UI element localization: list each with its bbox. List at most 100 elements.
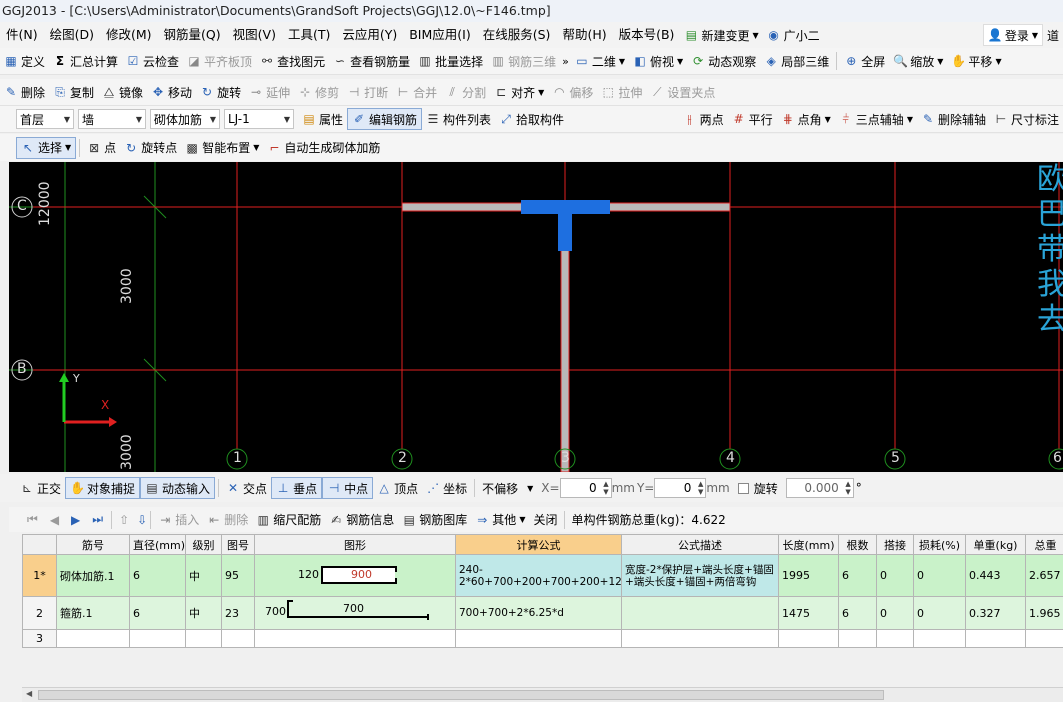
move-up-icon[interactable]: ⇧ [119,513,129,527]
dimension-button[interactable]: ⊢ 尺寸标注 [990,108,1063,130]
intersection-toggle[interactable]: ✕ 交点 [222,477,271,499]
delete-axis-button[interactable]: ✎ 删除辅轴 [917,108,990,130]
header-cell[interactable]: 长度(mm) [778,534,839,555]
dynamic-input-toggle[interactable]: ▤ 动态输入 [140,477,216,499]
top-view-button[interactable]: ◧ 俯视 ▼ [629,50,687,72]
menu-version[interactable]: 版本号(B) [613,22,681,48]
cell-total-weight[interactable]: 1.965 [1025,596,1063,630]
cell-description[interactable] [621,596,779,630]
overflow-icon[interactable]: » [562,55,569,68]
table-row[interactable]: 2 箍筋.1 6 中 23 700 700 700+700+2*6.25*d 1… [22,596,1063,630]
cell-description[interactable]: 宽度-2*保护层+端头长度+锚固+端头长度+锚固+两倍弯钩 [621,554,779,597]
rotate-button[interactable]: ↻ 旋转 [196,81,245,103]
property-button[interactable]: ▤ 属性 [298,108,347,130]
empty-cell[interactable] [254,629,456,648]
zoom-button[interactable]: 🔍 缩放 ▼ [889,50,947,72]
scrollbar-thumb[interactable] [38,690,884,700]
empty-cell[interactable] [455,629,622,648]
spinner-icon[interactable]: ▲ ▼ [603,480,608,496]
empty-cell[interactable] [876,629,914,648]
row-number[interactable]: 1* [22,554,57,597]
flat-slab-button[interactable]: ◪ 平齐板顶 [183,50,256,72]
header-cell[interactable]: 图形 [254,534,456,555]
trim-button[interactable]: ⊹ 修剪 [294,81,343,103]
component-list-button[interactable]: ☰ 构件列表 [422,108,495,130]
empty-cell[interactable] [185,629,222,648]
header-cell[interactable]: 图号 [221,534,255,555]
object-snap-toggle[interactable]: ✋ 对象捕捉 [65,477,141,499]
empty-cell[interactable] [129,629,186,648]
smart-layout-button[interactable]: ▩ 智能布置 ▼ [181,137,263,159]
header-cell[interactable]: 筋号 [56,534,130,555]
menu-draw[interactable]: 绘图(D) [44,22,100,48]
header-cell[interactable]: 公式描述 [621,534,779,555]
extend-button[interactable]: ⊸ 延伸 [245,81,294,103]
menu-bim[interactable]: BIM应用(I) [403,22,477,48]
insert-button[interactable]: ⇥ 插入 [154,509,203,531]
prev-record-icon[interactable]: ◀ [50,513,59,527]
menu-online[interactable]: 在线服务(S) [477,22,557,48]
move-button[interactable]: ✥ 移动 [147,81,196,103]
pick-component-button[interactable]: ⤢ 拾取构件 [495,108,568,130]
empty-cell[interactable] [778,629,839,648]
three-point-axis-button[interactable]: ⫩ 三点辅轴 ▼ [835,108,917,130]
delete-button[interactable]: ✎ 删除 [0,81,49,103]
element-select[interactable]: LJ-1 ▼ [224,109,294,129]
drawing-canvas[interactable]: C B 1 2 3 4 5 6 12000 3000 3000 X Y 欧 巴 … [9,162,1063,472]
move-down-icon[interactable]: ⇩ [137,513,147,527]
cell-shape[interactable]: 120 900 [254,554,456,597]
two-points-button[interactable]: ⫲ 两点 [679,108,728,130]
table-row[interactable]: 1* 砌体加筋.1 6 中 95 120 900 240-2*60+700+20… [22,554,1063,597]
rebar-info-button[interactable]: ✍ 钢筋信息 [325,509,398,531]
panel-delete-button[interactable]: ⇤ 删除 [203,509,252,531]
header-cell[interactable]: 损耗(%) [913,534,966,555]
menu-modify[interactable]: 修改(M) [100,22,158,48]
menu-help[interactable]: 帮助(H) [556,22,612,48]
first-record-icon[interactable]: ⏮ [27,512,38,527]
empty-cell[interactable] [221,629,255,648]
horizontal-scrollbar[interactable]: ◀ [22,687,1063,702]
last-record-icon[interactable]: ⏭ [92,512,103,527]
rotate-point-button[interactable]: ↻ 旋转点 [120,137,181,159]
ortho-toggle[interactable]: ⊾ 正交 [16,477,65,499]
view-2d-button[interactable]: ▭ 二维 ▼ [571,50,629,72]
menu-extra[interactable]: 道 [1043,24,1063,46]
menu-view[interactable]: 视图(V) [227,22,282,48]
selected-rebar-horizontal[interactable] [521,200,610,214]
table-row[interactable]: 3 [22,629,1063,648]
coordinate-toggle[interactable]: ⋰ 坐标 [422,477,471,499]
edit-rebar-button[interactable]: ✐ 编辑钢筋 [347,108,423,130]
menu-tools[interactable]: 工具(T) [282,22,336,48]
new-change-button[interactable]: ▤ 新建变更 ▼ [680,24,762,46]
rebar-3d-button[interactable]: ▥ 钢筋三维 [487,50,560,72]
cell-total-weight[interactable]: 2.657 [1025,554,1063,597]
y-input[interactable]: 0 ▲ ▼ [654,478,707,498]
empty-cell[interactable] [56,629,130,648]
set-grip-button[interactable]: ⟋ 设置夹点 [646,81,719,103]
empty-cell[interactable] [621,629,779,648]
stretch-button[interactable]: ⬚ 拉伸 [597,81,646,103]
cell-count[interactable]: 6 [838,554,877,597]
header-cell[interactable]: 直径(mm) [129,534,186,555]
header-cell[interactable]: 总重 [1025,534,1063,555]
cell-formula[interactable]: 700+700+2*6.25*d [455,596,622,630]
type-select[interactable]: 砌体加筋 ▼ [150,109,220,129]
local-3d-button[interactable]: ◈ 局部三维 [760,50,833,72]
empty-cell[interactable] [1025,629,1063,648]
header-cell[interactable]: 级别 [185,534,222,555]
select-button[interactable]: ↖ 选择 ▼ [16,136,77,159]
perpendicular-toggle[interactable]: ⊥ 垂点 [271,477,323,499]
split-button[interactable]: ⫽ 分割 [441,81,490,103]
cell-shape[interactable]: 700 700 [254,596,456,630]
rotate-input[interactable]: 0.000 ▲ ▼ [785,478,854,498]
cell-shape-no[interactable]: 23 [221,596,255,630]
cell-shape-no[interactable]: 95 [221,554,255,597]
assistant-button[interactable]: ◉ 广小二 [763,24,824,46]
cell-diameter[interactable]: 6 [129,596,186,630]
break-button[interactable]: ⊣ 打断 [343,81,392,103]
menu-file[interactable]: 件(N) [0,22,44,48]
cell-grade[interactable]: 中 [185,596,222,630]
cell-name[interactable]: 砌体加筋.1 [56,554,130,597]
cell-unit-weight[interactable]: 0.443 [965,554,1026,597]
auto-generate-button[interactable]: ⌐ 自动生成砌体加筋 [263,137,384,159]
